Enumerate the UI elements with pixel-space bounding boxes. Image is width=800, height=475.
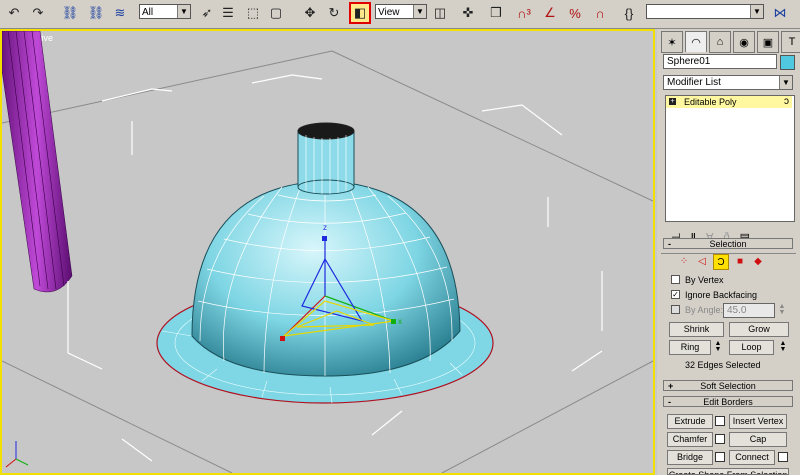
spinner-snap-icon[interactable]: ∩ xyxy=(590,3,610,23)
snap-3d-icon[interactable]: ∩³ xyxy=(514,3,534,23)
axis-tripod xyxy=(5,441,29,468)
modifier-list-dropdown[interactable]: Modifier List ▼ xyxy=(663,75,793,90)
element-level-icon[interactable]: ◆ xyxy=(751,254,765,268)
collapse-sign: - xyxy=(668,397,671,407)
by-angle-label: By Angle: xyxy=(685,305,724,315)
ignore-backfacing-checkbox[interactable]: ✓ xyxy=(671,290,680,299)
selection-filter-value: All xyxy=(142,7,154,18)
by-angle-value: 45.0 xyxy=(727,305,747,316)
ring-button[interactable]: Ring xyxy=(669,340,711,355)
connect-settings-icon[interactable] xyxy=(778,452,788,462)
reference-coord-value: View xyxy=(378,7,400,18)
ring-spinner-icon[interactable]: ▲ ▼ xyxy=(713,340,723,354)
pivot-center-icon[interactable]: ◫ xyxy=(430,3,450,23)
soft-selection-title: Soft Selection xyxy=(700,381,756,391)
by-angle-field[interactable]: 45.0 xyxy=(723,303,775,318)
create-tab[interactable]: ✶ xyxy=(661,31,683,53)
modifier-stack[interactable]: + Editable Poly ↄ xyxy=(665,95,795,222)
chamfer-settings-icon[interactable] xyxy=(715,434,725,444)
main-toolbar: ↶ ↷ ⛓ ⛓ ≋ All ▼ ➶ ☰ ⬚ ▢ ✥ ↻ ◧ View ▼ ◫ ✜… xyxy=(0,0,800,29)
polygon-level-icon[interactable]: ■ xyxy=(733,254,747,268)
angle-snap-icon[interactable]: ∠ xyxy=(540,3,560,23)
undo-icon[interactable]: ↶ xyxy=(4,3,24,23)
dome-chimney xyxy=(297,122,355,195)
object-color-swatch[interactable] xyxy=(780,55,795,70)
selection-rollout-title: Selection xyxy=(709,239,747,249)
unlink-icon[interactable]: ⛓ xyxy=(86,3,106,23)
rotate-icon[interactable]: ↻ xyxy=(324,3,344,23)
command-panel: ✶ ◠ ⌂ ◉ ▣ T Sphere01 Modifier List ▼ + E… xyxy=(657,29,800,475)
select-object-icon[interactable]: ➶ xyxy=(197,3,217,23)
scale-icon[interactable]: ◧ xyxy=(349,2,371,24)
edit-borders-title: Edit Borders xyxy=(703,397,753,407)
edit-named-sel-icon[interactable]: {} xyxy=(619,3,639,23)
shrink-button[interactable]: Shrink xyxy=(669,322,724,337)
cap-button[interactable]: Cap xyxy=(729,432,787,447)
selection-filter-dropdown[interactable]: All ▼ xyxy=(139,4,191,19)
object-name-value: Sphere01 xyxy=(667,56,711,67)
extrude-button[interactable]: Extrude xyxy=(667,414,713,429)
align-icon[interactable] xyxy=(778,3,798,23)
named-selection-dropdown[interactable]: ▼ xyxy=(646,4,764,19)
insert-vertex-button[interactable]: Insert Vertex xyxy=(729,414,787,429)
chevron-down-icon: ▼ xyxy=(413,5,426,18)
vertex-level-icon[interactable]: ⁘ xyxy=(677,254,691,268)
bind-space-warp-icon[interactable]: ≋ xyxy=(110,3,130,23)
chevron-down-icon: ▼ xyxy=(177,5,190,18)
angle-spinner-icon[interactable]: ▲ ▼ xyxy=(777,303,787,317)
ignore-backfacing-label: Ignore Backfacing xyxy=(685,290,758,300)
edge-subobject-icon: ↄ xyxy=(784,96,789,107)
modify-tab[interactable]: ◠ xyxy=(685,31,707,52)
percent-snap-icon[interactable]: % xyxy=(565,3,585,23)
gizmo-x-label: x xyxy=(398,317,402,326)
stack-item-label: Editable Poly xyxy=(684,97,737,107)
rect-select-icon[interactable]: ⬚ xyxy=(243,3,263,23)
select-manipulate-icon[interactable]: ✜ xyxy=(458,3,478,23)
hierarchy-tab[interactable]: ⌂ xyxy=(709,31,731,53)
gizmo-z-label: z xyxy=(323,223,327,232)
window-crossing-icon[interactable]: ▢ xyxy=(266,3,286,23)
redo-icon[interactable]: ↷ xyxy=(28,3,48,23)
connect-button[interactable]: Connect xyxy=(729,450,775,465)
chamfer-button[interactable]: Chamfer xyxy=(667,432,713,447)
chevron-down-icon: ▼ xyxy=(750,5,763,18)
stack-item-editable-poly[interactable]: + Editable Poly ↄ xyxy=(666,96,792,108)
select-by-name-icon[interactable]: ☰ xyxy=(218,3,238,23)
border-level-icon[interactable]: Ɔ xyxy=(713,254,729,270)
bridge-button[interactable]: Bridge xyxy=(667,450,713,465)
edge-level-icon[interactable]: ◁ xyxy=(695,254,709,268)
edit-borders-rollout-header[interactable]: - Edit Borders xyxy=(663,396,793,407)
modifier-list-label: Modifier List xyxy=(667,77,721,88)
subobject-level-icons: ⁘ ◁ Ɔ ■ ◆ xyxy=(677,254,765,270)
loop-button[interactable]: Loop xyxy=(729,340,774,355)
bridge-settings-icon[interactable] xyxy=(715,452,725,462)
collapse-sign: - xyxy=(668,239,671,249)
by-vertex-checkbox[interactable] xyxy=(671,275,680,284)
expand-icon[interactable]: + xyxy=(669,98,676,105)
reference-coord-dropdown[interactable]: View ▼ xyxy=(375,4,427,19)
selection-rollout-header[interactable]: - Selection xyxy=(663,238,793,249)
extrude-settings-icon[interactable] xyxy=(715,416,725,426)
grow-button[interactable]: Grow xyxy=(729,322,789,337)
select-and-link-icon[interactable]: ⛓ xyxy=(60,3,80,23)
soft-selection-rollout-header[interactable]: + Soft Selection xyxy=(663,380,793,391)
panel-tabs: ✶ ◠ ⌂ ◉ ▣ T xyxy=(661,31,800,53)
loop-spinner-icon[interactable]: ▲ ▼ xyxy=(778,340,788,354)
chevron-down-icon: ▼ xyxy=(779,76,792,89)
selection-status-text: 32 Edges Selected xyxy=(685,360,761,370)
utilities-tab[interactable]: T xyxy=(781,31,800,53)
move-icon[interactable]: ✥ xyxy=(300,3,320,23)
expand-sign: + xyxy=(668,381,674,391)
perspective-viewport[interactable]: Perspective xyxy=(0,29,655,475)
motion-tab[interactable]: ◉ xyxy=(733,31,755,53)
create-shape-button[interactable]: Create Shape From Selection xyxy=(667,468,789,475)
by-angle-checkbox[interactable] xyxy=(671,305,680,314)
display-tab[interactable]: ▣ xyxy=(757,31,779,53)
dome xyxy=(191,180,461,377)
scene-canvas xyxy=(2,31,653,473)
keyboard-shortcut-icon[interactable]: ❒ xyxy=(486,3,506,23)
by-vertex-label: By Vertex xyxy=(685,275,724,285)
object-name-field[interactable]: Sphere01 xyxy=(663,54,777,69)
purple-cylinder xyxy=(2,31,73,293)
